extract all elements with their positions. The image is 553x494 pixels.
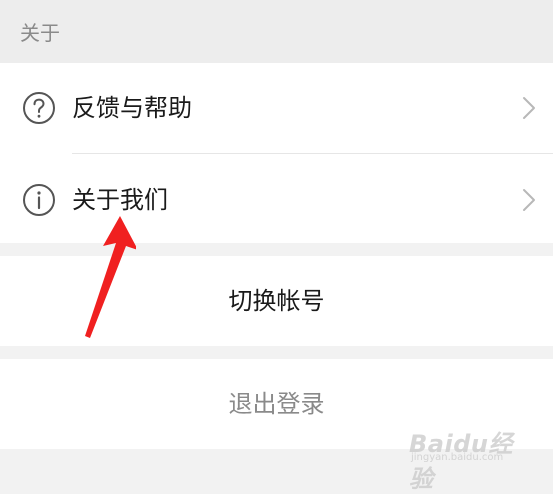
section-header-label: 关于	[20, 21, 60, 45]
info-circle-icon	[22, 183, 56, 217]
row-label: 反馈与帮助	[72, 94, 192, 122]
section-header: 关于	[0, 0, 553, 63]
chevron-right-icon	[521, 187, 537, 213]
baidu-watermark: Baidu经验 jingyan.baidu.com	[409, 424, 519, 493]
chevron-right-icon	[521, 95, 537, 121]
watermark-domain: jingyan.baidu.com	[411, 452, 504, 463]
row-feedback-help[interactable]: 反馈与帮助	[0, 63, 553, 153]
annotation-arrow-icon	[85, 216, 136, 338]
question-circle-icon	[22, 91, 56, 125]
